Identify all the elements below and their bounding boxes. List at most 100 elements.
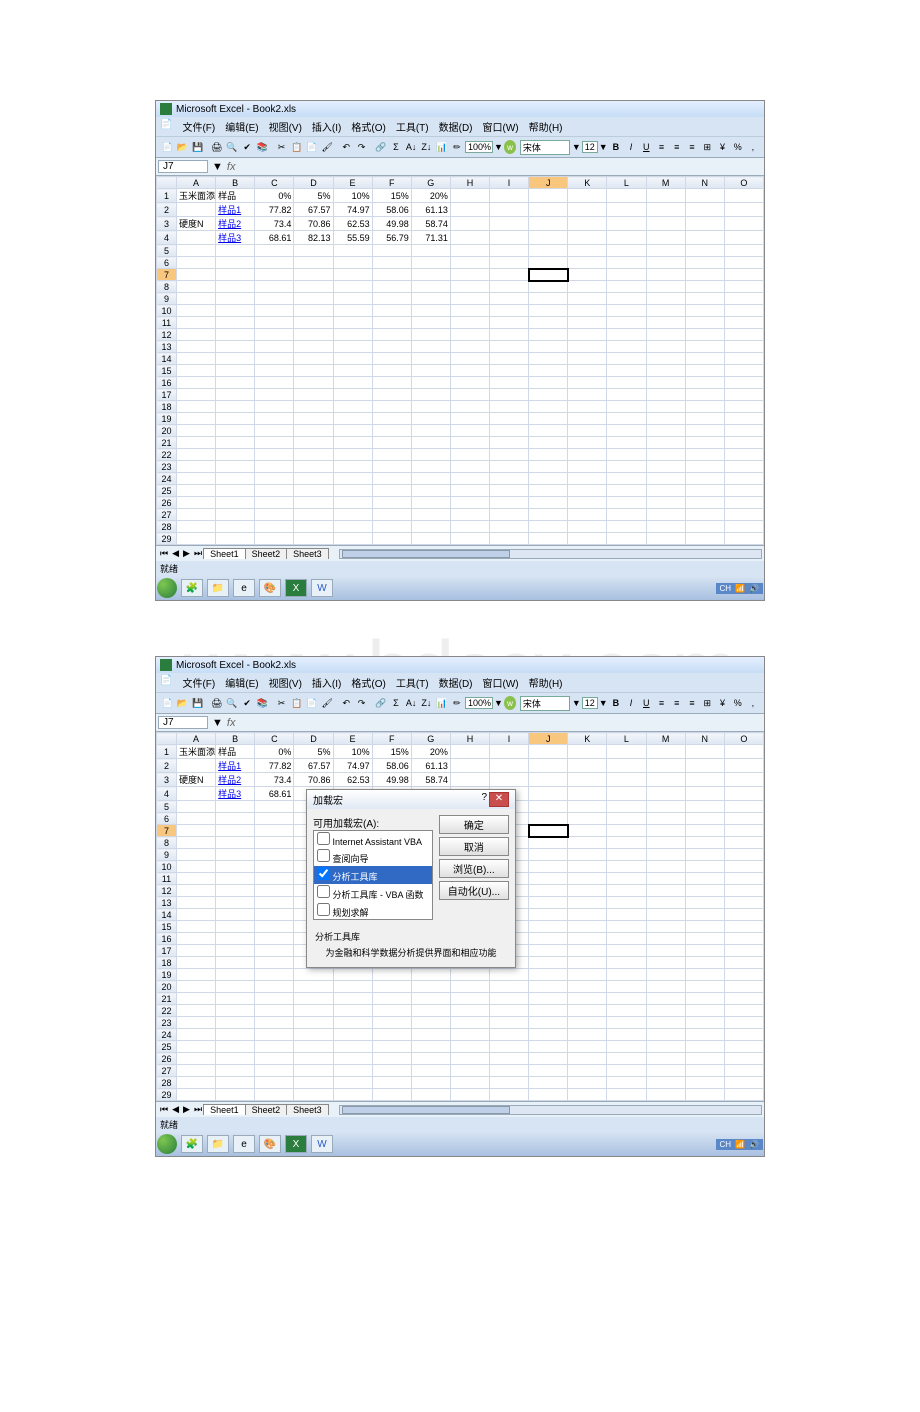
system-tray[interactable]: CH 📶 🔊 xyxy=(716,1139,764,1150)
menu-view[interactable]: 视图(V) xyxy=(269,675,302,690)
undo-icon[interactable]: ↶ xyxy=(339,695,353,711)
sort-desc-icon[interactable]: Z↓ xyxy=(419,695,433,711)
font-size-input[interactable]: 12 xyxy=(582,697,598,709)
task-icon[interactable]: 🧩 xyxy=(181,1135,203,1153)
font-selector[interactable]: 宋体 xyxy=(520,140,570,155)
fx-icon[interactable]: fx xyxy=(227,161,236,173)
bold-icon[interactable]: B xyxy=(609,139,623,155)
excel-task-icon[interactable]: X xyxy=(285,1135,307,1153)
go-button[interactable]: w xyxy=(504,140,516,154)
browse-button[interactable]: 浏览(B)... xyxy=(439,859,509,878)
align-right-icon[interactable]: ≡ xyxy=(685,695,699,711)
cancel-button[interactable]: 取消 xyxy=(439,837,509,856)
italic-icon[interactable]: I xyxy=(624,139,638,155)
drawing-icon[interactable]: ✏ xyxy=(450,695,464,711)
sheet-tabs[interactable]: ⏮ ◀ ▶ ⏭ Sheet1 Sheet2 Sheet3 xyxy=(156,1101,764,1117)
ie-icon[interactable]: e xyxy=(233,579,255,597)
explorer-icon[interactable]: 📁 xyxy=(207,1135,229,1153)
link-icon[interactable]: 🔗 xyxy=(374,139,388,155)
menu-edit[interactable]: 编辑(E) xyxy=(225,675,258,690)
font-selector[interactable]: 宋体 xyxy=(520,696,570,711)
tab-next-icon[interactable]: ▶ xyxy=(181,548,192,559)
menu-format[interactable]: 格式(O) xyxy=(351,675,385,690)
align-left-icon[interactable]: ≡ xyxy=(654,695,668,711)
tab-first-icon[interactable]: ⏮ xyxy=(158,548,170,559)
font-size-input[interactable]: 12 xyxy=(582,141,598,153)
percent-icon[interactable]: % xyxy=(731,695,745,711)
menu-view[interactable]: 视图(V) xyxy=(269,119,302,134)
tab-sheet3[interactable]: Sheet3 xyxy=(286,1104,329,1115)
spreadsheet-grid[interactable]: ABCDEFGHIJKLMNO1玉米面添加量样品0%5%10%15%20%2样品… xyxy=(156,176,764,545)
merge-icon[interactable]: ⊞ xyxy=(700,695,714,711)
merge-icon[interactable]: ⊞ xyxy=(700,139,714,155)
redo-icon[interactable]: ↷ xyxy=(354,695,368,711)
drawing-icon[interactable]: ✏ xyxy=(450,139,464,155)
word-task-icon[interactable]: W xyxy=(311,579,333,597)
zoom-input[interactable]: 100% xyxy=(465,141,493,153)
menu-tools[interactable]: 工具(T) xyxy=(396,119,429,134)
sheet-tabs[interactable]: ⏮ ◀ ▶ ⏭ Sheet1 Sheet2 Sheet3 xyxy=(156,545,764,561)
paste-icon[interactable]: 📄 xyxy=(305,695,319,711)
spell-icon[interactable]: ✔ xyxy=(240,139,254,155)
checkbox[interactable] xyxy=(317,903,330,916)
ie-icon[interactable]: e xyxy=(233,1135,255,1153)
print-icon[interactable]: 🖨 xyxy=(210,695,224,711)
list-item[interactable]: 查阅向导 xyxy=(314,848,432,866)
chart-icon[interactable]: 📊 xyxy=(434,139,448,155)
menu-file[interactable]: 文件(F) xyxy=(182,119,215,134)
preview-icon[interactable]: 🔍 xyxy=(225,139,239,155)
open-icon[interactable]: 📂 xyxy=(175,139,189,155)
ok-button[interactable]: 确定 xyxy=(439,815,509,834)
menu-file[interactable]: 文件(F) xyxy=(182,675,215,690)
tab-sheet2[interactable]: Sheet2 xyxy=(245,548,288,559)
align-left-icon[interactable]: ≡ xyxy=(654,139,668,155)
close-icon[interactable]: ✕ xyxy=(489,792,509,807)
list-item[interactable]: 规划求解 xyxy=(314,902,432,920)
cut-icon[interactable]: ✂ xyxy=(274,695,288,711)
comma-icon[interactable]: , xyxy=(746,139,760,155)
menu-handle[interactable]: 📄 xyxy=(160,675,172,690)
save-icon[interactable]: 💾 xyxy=(190,139,204,155)
menu-window[interactable]: 窗口(W) xyxy=(483,119,519,134)
checkbox[interactable] xyxy=(317,832,330,845)
menu-data[interactable]: 数据(D) xyxy=(439,119,473,134)
menu-bar[interactable]: 📄 文件(F) 编辑(E) 视图(V) 插入(I) 格式(O) 工具(T) 数据… xyxy=(156,117,764,136)
copy-icon[interactable]: 📋 xyxy=(290,139,304,155)
redo-icon[interactable]: ↷ xyxy=(354,139,368,155)
sum-icon[interactable]: Σ xyxy=(389,139,403,155)
align-center-icon[interactable]: ≡ xyxy=(670,139,684,155)
menu-tools[interactable]: 工具(T) xyxy=(396,675,429,690)
align-center-icon[interactable]: ≡ xyxy=(670,695,684,711)
checkbox[interactable] xyxy=(317,867,330,880)
currency-icon[interactable]: ¥ xyxy=(715,139,729,155)
menu-help[interactable]: 帮助(H) xyxy=(529,675,563,690)
list-item[interactable]: Internet Assistant VBA xyxy=(314,831,432,848)
toolbar[interactable]: 📄 📂 💾 🖨 🔍 ✔ 📚 ✂ 📋 📄 🖌 ↶ ↷ 🔗 Σ A↓ Z↓ 📊 ✏ … xyxy=(156,692,764,714)
tab-sheet1[interactable]: Sheet1 xyxy=(203,1104,246,1115)
tab-prev-icon[interactable]: ◀ xyxy=(170,548,181,559)
currency-icon[interactable]: ¥ xyxy=(715,695,729,711)
new-icon[interactable]: 📄 xyxy=(160,695,174,711)
paint-icon[interactable]: 🎨 xyxy=(259,579,281,597)
dialog-titlebar[interactable]: 加载宏 ? ✕ xyxy=(307,790,515,809)
list-item[interactable]: 分析工具库 xyxy=(314,866,432,884)
research-icon[interactable]: 📚 xyxy=(255,139,269,155)
menu-data[interactable]: 数据(D) xyxy=(439,675,473,690)
menu-bar[interactable]: 📄 文件(F) 编辑(E) 视图(V) 插入(I) 格式(O) 工具(T) 数据… xyxy=(156,673,764,692)
research-icon[interactable]: 📚 xyxy=(255,695,269,711)
bold-icon[interactable]: B xyxy=(609,695,623,711)
format-painter-icon[interactable]: 🖌 xyxy=(320,139,334,155)
new-icon[interactable]: 📄 xyxy=(160,139,174,155)
tab-sheet1[interactable]: Sheet1 xyxy=(203,548,246,559)
tab-prev-icon[interactable]: ◀ xyxy=(170,1104,181,1115)
list-item[interactable]: 分析工具库 - VBA 函数 xyxy=(314,884,432,902)
h-scrollbar[interactable] xyxy=(339,549,762,559)
checkbox[interactable] xyxy=(317,849,330,862)
sort-asc-icon[interactable]: A↓ xyxy=(404,695,418,711)
explorer-icon[interactable]: 📁 xyxy=(207,579,229,597)
sort-desc-icon[interactable]: Z↓ xyxy=(419,139,433,155)
format-painter-icon[interactable]: 🖌 xyxy=(320,695,334,711)
chart-icon[interactable]: 📊 xyxy=(434,695,448,711)
sort-asc-icon[interactable]: A↓ xyxy=(404,139,418,155)
menu-format[interactable]: 格式(O) xyxy=(351,119,385,134)
